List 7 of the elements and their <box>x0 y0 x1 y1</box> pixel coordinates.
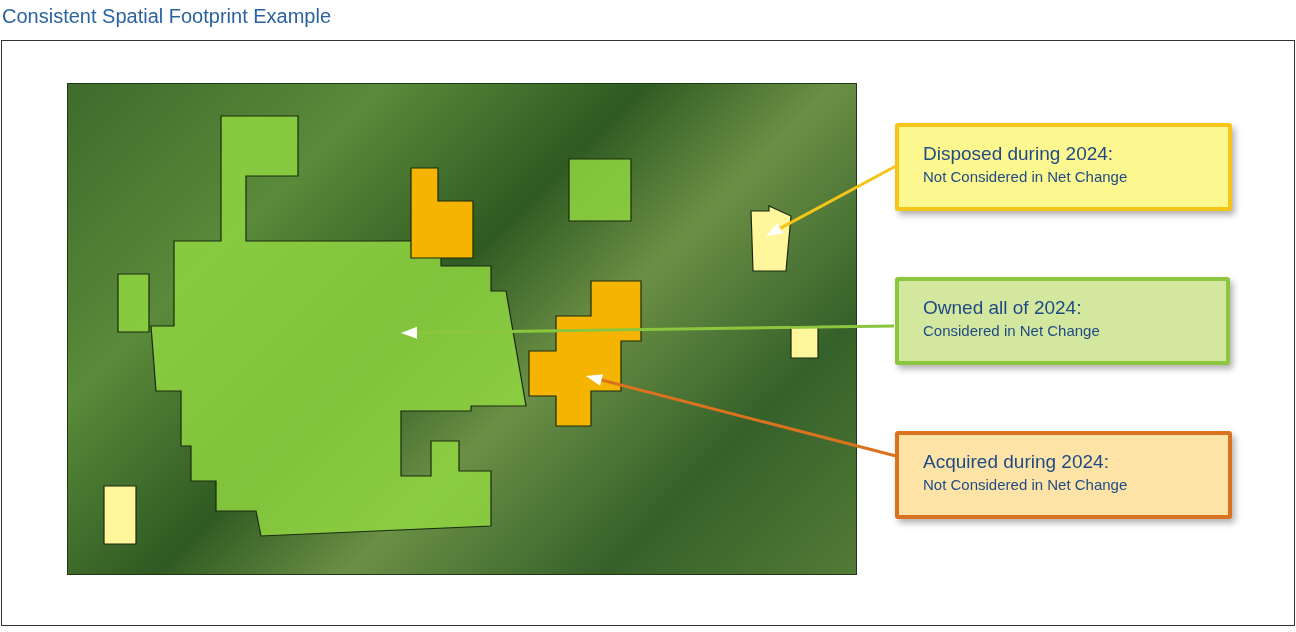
callout-title: Disposed during 2024: <box>923 143 1115 165</box>
callout-subtitle: Not Considered in Net Change <box>923 476 1129 493</box>
callout-title: Acquired during 2024: <box>923 451 1110 473</box>
figure-title: Consistent Spatial Footprint Example <box>1 4 333 29</box>
callout-subtitle: Considered in Net Change <box>923 322 1101 339</box>
callout-title: Owned all of 2024: <box>923 297 1083 319</box>
callout-subtitle: Not Considered in Net Change <box>923 168 1129 185</box>
